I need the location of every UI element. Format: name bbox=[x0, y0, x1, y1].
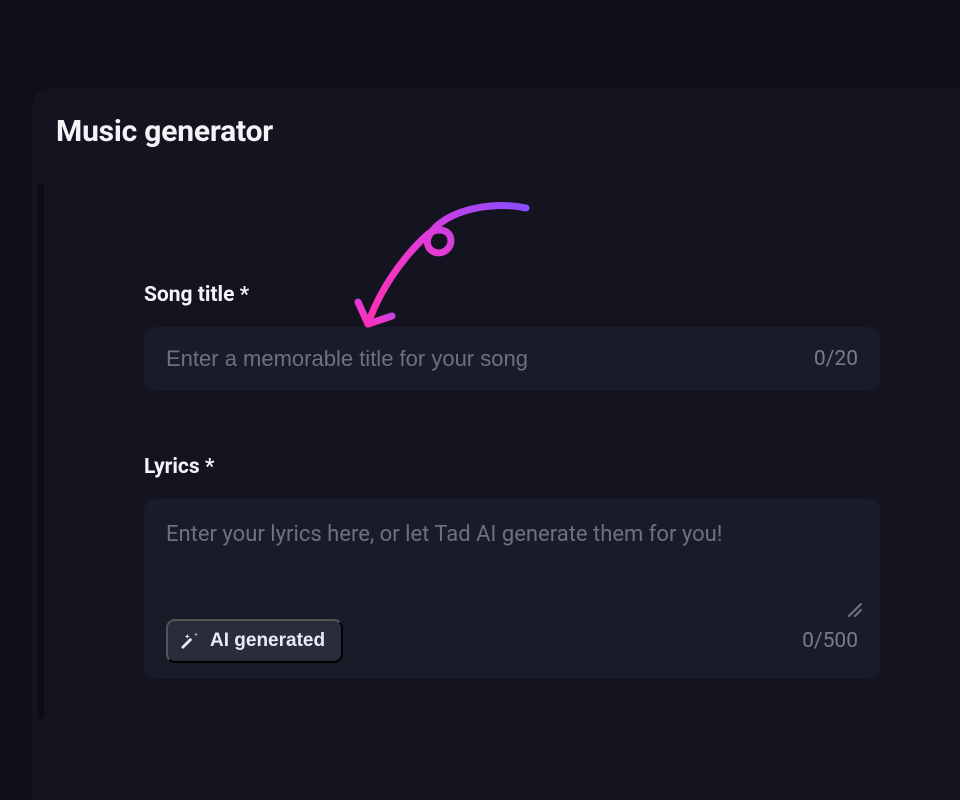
page-title: Music generator bbox=[56, 114, 936, 149]
song-title-counter: 0/20 bbox=[814, 347, 858, 371]
song-title-input-wrap: 0/20 bbox=[144, 327, 880, 391]
music-generator-panel: Music generator Song title * 0/20 Lyrics… bbox=[32, 88, 960, 800]
lyrics-counter: 0/500 bbox=[802, 629, 858, 653]
song-title-input[interactable] bbox=[166, 327, 802, 391]
left-accent-bar bbox=[38, 183, 44, 719]
form-content: Song title * 0/20 Lyrics * bbox=[50, 183, 944, 679]
ai-generated-button[interactable]: AI generated bbox=[166, 619, 343, 663]
ai-generated-label: AI generated bbox=[210, 630, 325, 652]
song-title-label: Song title * bbox=[144, 283, 880, 307]
lyrics-footer: AI generated 0/500 bbox=[166, 619, 858, 663]
panel-header: Music generator bbox=[32, 88, 960, 183]
panel-body: Song title * 0/20 Lyrics * bbox=[32, 183, 960, 679]
lyrics-textarea[interactable] bbox=[166, 519, 858, 601]
lyrics-card: AI generated 0/500 bbox=[144, 499, 880, 679]
magic-wand-icon bbox=[181, 631, 201, 651]
resize-grip-icon[interactable] bbox=[846, 601, 862, 621]
lyrics-label: Lyrics * bbox=[144, 455, 880, 479]
